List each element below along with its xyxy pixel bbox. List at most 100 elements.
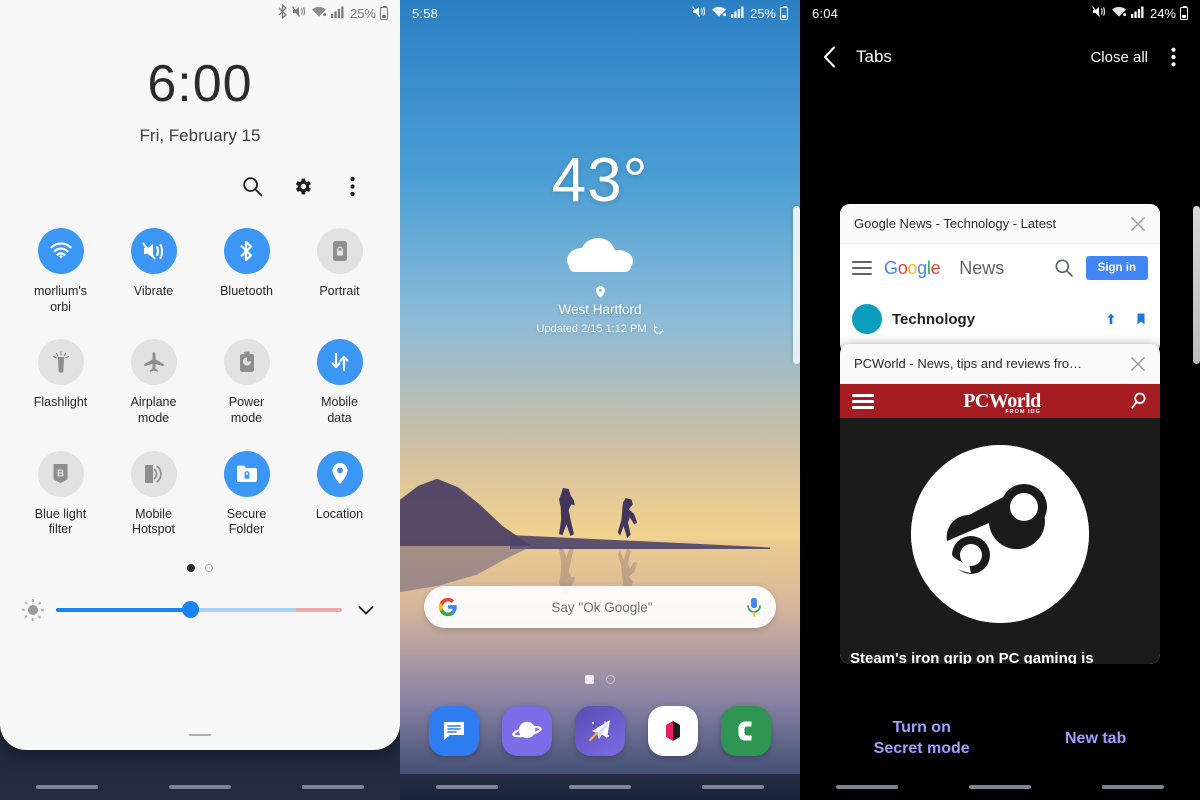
wifi-icon [711,5,727,21]
brightness-knob[interactable] [181,601,199,619]
wifi-icon [37,228,84,274]
gear-icon[interactable] [288,172,316,200]
quick-settings-page-dots[interactable] [0,563,400,572]
airplane-icon [130,339,177,386]
battery-icon [380,5,388,20]
secret-mode-button[interactable]: Turn on Secret mode [874,717,970,760]
clock-time: 6:00 [147,55,253,113]
page-indicator[interactable] [606,675,615,684]
nav-back-button[interactable] [302,785,365,789]
status-icons: 25% [692,5,788,21]
qs-tile-power-mode[interactable]: Power mode [200,339,293,426]
nav-recents-button[interactable] [35,785,98,789]
qs-tile-bluetooth[interactable]: Bluetooth [200,228,293,315]
section-avatar [852,304,882,334]
battery-percent: 24% [1149,5,1176,21]
battery-icon [780,5,788,20]
search-icon[interactable] [1130,392,1148,410]
google-news-section-row: Technology [840,292,1160,334]
screen-quick-settings: 25% 6:00 Fri, February 15 morlium's orbi… [0,0,400,800]
page-indicator-active[interactable] [585,675,594,684]
tab-card-pcworld[interactable]: PCWorld - News, tips and reviews fro… PC… [840,344,1160,664]
bookmark-icon[interactable] [1134,312,1148,326]
three-phone-screenshots: 25% 6:00 Fri, February 15 morlium's orbi… [0,0,1200,800]
qs-tile-label: Bluetooth [220,284,273,298]
weather-updated: Updated 2/15 1:12 PM [536,323,647,335]
qs-tile-mobile-hotspot[interactable]: Mobile Hotspot [107,450,200,538]
pcworld-wordmark: PCWorld FROM IDG [963,391,1041,415]
qs-tile-location[interactable]: Location [293,450,386,538]
messages-app[interactable] [429,706,480,756]
close-icon[interactable] [1128,214,1148,234]
qs-tile-secure-folder[interactable]: Secure Folder [200,450,293,538]
nav-recents-button[interactable] [835,785,898,789]
letter-g: G [884,257,898,278]
sign-in-button[interactable]: Sign in [1085,256,1148,280]
nav-back-button[interactable] [702,785,765,789]
close-all-button[interactable]: Close all [1090,49,1148,66]
chevron-left-icon[interactable] [816,44,842,70]
google-news-toolbar: Google News Sign in [840,244,1160,292]
microphone-icon[interactable] [746,597,762,617]
search-icon[interactable] [1054,258,1074,278]
chevron-down-icon[interactable] [354,598,378,622]
hamburger-icon[interactable] [852,393,874,409]
google-wordmark: Google [884,257,941,279]
google-g-icon [438,597,457,617]
galaxy-apps-app[interactable] [574,706,625,756]
qs-tile-mobile-data[interactable]: Mobile data [293,339,386,426]
new-tab-button[interactable]: New tab [1065,728,1126,750]
qs-tile-label: Mobile Hotspot [131,506,176,537]
tab-card-google-news[interactable]: Google News - Technology - Latest Google… [840,204,1160,354]
gallery-app[interactable] [647,706,698,756]
qs-tile-label: Portrait [319,284,360,298]
nav-recents-button[interactable] [435,785,498,789]
search-icon[interactable] [238,172,266,200]
status-icons: 24% [1092,5,1188,21]
brightness-slider[interactable] [56,601,342,619]
quick-settings-actions [0,146,400,200]
blue-light-icon: B [37,450,84,497]
page-dot-active[interactable] [187,563,195,572]
letter-o2: o [907,257,918,278]
panel-drag-handle[interactable] [189,733,211,736]
qs-tile-flashlight[interactable]: Flashlight [14,339,107,426]
qs-tile-label: Mobile data [321,395,358,425]
nav-home-button[interactable] [968,785,1031,789]
edge-panel-handle[interactable] [1193,206,1200,364]
close-icon[interactable] [1128,354,1148,374]
refresh-icon[interactable] [653,323,664,335]
share-icon[interactable] [1104,312,1118,326]
weather-widget[interactable]: 43° West Hartford Updated 2/15 1:12 PM [400,150,800,335]
more-vert-icon[interactable] [338,172,366,200]
battery-icon [1180,5,1188,20]
google-search-bar[interactable]: Say "Ok Google" [424,586,776,628]
nav-back-button[interactable] [1102,785,1165,789]
qs-tile-portrait[interactable]: Portrait [293,228,386,315]
messages-icon [444,722,465,740]
qs-tile-airplane-mode[interactable]: Airplane mode [107,339,200,426]
edge-panel-handle[interactable] [793,206,800,364]
screen-browser-tabs: 6:04 24% Tabs Close all Google News - Te… [800,0,1200,800]
nav-home-button[interactable] [168,785,231,789]
tabs-footer: Turn on Secret mode New tab [800,717,1200,760]
more-vert-icon[interactable] [1162,46,1184,68]
nav-home-button[interactable] [568,785,631,789]
gallery-icon [665,721,680,741]
vibrate-icon [692,5,707,21]
phone-app[interactable] [720,706,771,756]
tab-title: PCWorld - News, tips and reviews fro… [854,356,1083,371]
battery-percent: 25% [349,5,376,21]
home-page-indicator[interactable] [400,675,800,684]
flashlight-icon [37,339,84,386]
page-dot[interactable] [205,563,213,572]
qs-tile-blue-light-filter[interactable]: B Blue light filter [14,450,107,538]
internet-app[interactable] [502,706,553,756]
hamburger-icon[interactable] [852,261,872,275]
qs-tile-wifi[interactable]: morlium's orbi [14,228,107,315]
tab-card-header: Google News - Technology - Latest [840,204,1160,244]
battery-power-icon [223,339,270,386]
vibrate-icon [130,228,177,274]
svg-text:B: B [57,469,64,480]
qs-tile-vibrate[interactable]: Vibrate [107,228,200,315]
